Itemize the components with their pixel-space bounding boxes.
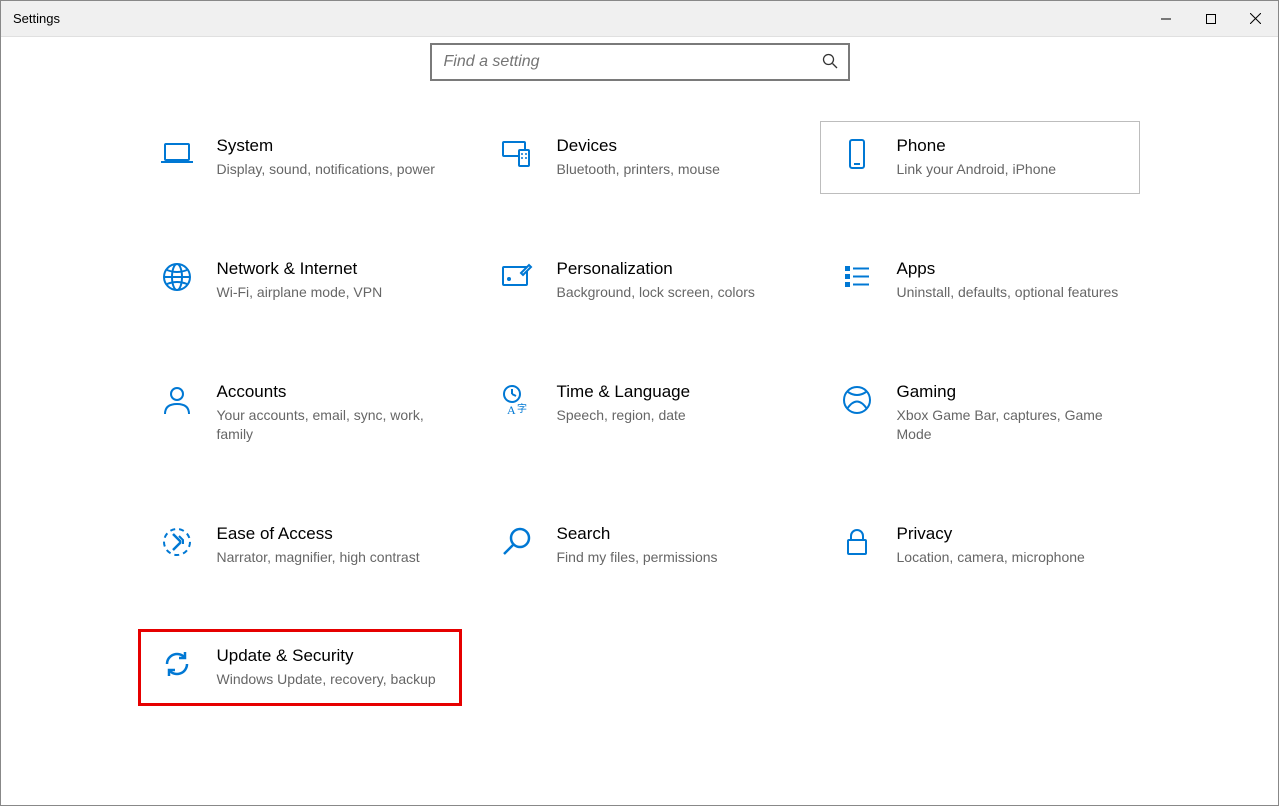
apps-list-icon [835,259,879,295]
tile-title: Phone [897,136,1127,156]
tile-subtitle: Display, sound, notifications, power [217,160,447,179]
tile-title: Update & Security [217,646,447,666]
search-input[interactable] [442,52,822,72]
person-icon [155,382,199,418]
tile-title: System [217,136,447,156]
tile-phone[interactable]: Phone Link your Android, iPhone [820,121,1140,194]
close-button[interactable] [1233,1,1278,37]
settings-window: Settings [0,0,1279,806]
svg-text:A: A [507,403,516,417]
tile-title: Personalization [557,259,787,279]
tile-text: Devices Bluetooth, printers, mouse [557,136,787,179]
tile-subtitle: Find my files, permissions [557,548,787,567]
tile-subtitle: Xbox Game Bar, captures, Game Mode [897,406,1127,444]
tile-accounts[interactable]: Accounts Your accounts, email, sync, wor… [140,367,460,459]
tile-text: Accounts Your accounts, email, sync, wor… [217,382,447,444]
minimize-icon [1161,14,1171,24]
tile-title: Accounts [217,382,447,402]
tile-devices[interactable]: Devices Bluetooth, printers, mouse [480,121,800,194]
search-icon [822,53,838,72]
empty-cell [480,631,800,704]
tile-subtitle: Your accounts, email, sync, work, family [217,406,447,444]
tile-title: Search [557,524,787,544]
tile-subtitle: Location, camera, microphone [897,548,1127,567]
tile-text: Network & Internet Wi-Fi, airplane mode,… [217,259,447,302]
tile-text: Phone Link your Android, iPhone [897,136,1127,179]
tile-update-security[interactable]: Update & Security Windows Update, recove… [138,629,462,706]
search-box[interactable] [430,43,850,81]
tile-system[interactable]: System Display, sound, notifications, po… [140,121,460,194]
tile-subtitle: Bluetooth, printers, mouse [557,160,787,179]
tile-text: Search Find my files, permissions [557,524,787,567]
tile-title: Network & Internet [217,259,447,279]
close-icon [1250,13,1261,24]
tile-ease-of-access[interactable]: Ease of Access Narrator, magnifier, high… [140,509,460,582]
tile-text: Update & Security Windows Update, recove… [217,646,447,689]
tile-text: Ease of Access Narrator, magnifier, high… [217,524,447,567]
tile-personalization[interactable]: Personalization Background, lock screen,… [480,244,800,317]
search-row [430,43,850,81]
tile-text: Time & Language Speech, region, date [557,382,787,425]
tile-text: Apps Uninstall, defaults, optional featu… [897,259,1127,302]
tile-subtitle: Wi-Fi, airplane mode, VPN [217,283,447,302]
tile-title: Apps [897,259,1127,279]
tile-text: Gaming Xbox Game Bar, captures, Game Mod… [897,382,1127,444]
minimize-button[interactable] [1143,1,1188,37]
tile-title: Time & Language [557,382,787,402]
tile-search[interactable]: Search Find my files, permissions [480,509,800,582]
empty-cell [820,631,1140,704]
tile-gaming[interactable]: Gaming Xbox Game Bar, captures, Game Mod… [820,367,1140,459]
tile-title: Devices [557,136,787,156]
tile-title: Ease of Access [217,524,447,544]
categories-grid-wrap: System Display, sound, notifications, po… [140,121,1140,704]
tile-time-language[interactable]: A字 Time & Language Speech, region, date [480,367,800,459]
tile-subtitle: Narrator, magnifier, high contrast [217,548,447,567]
window-title: Settings [13,11,60,26]
tile-privacy[interactable]: Privacy Location, camera, microphone [820,509,1140,582]
tile-title: Gaming [897,382,1127,402]
tile-subtitle: Uninstall, defaults, optional features [897,283,1127,302]
tile-text: System Display, sound, notifications, po… [217,136,447,179]
categories-grid: System Display, sound, notifications, po… [140,121,1140,704]
window-controls [1143,1,1278,37]
paint-icon [495,259,539,295]
xbox-icon [835,382,879,418]
tile-text: Privacy Location, camera, microphone [897,524,1127,567]
titlebar: Settings [1,1,1278,37]
laptop-icon [155,136,199,172]
ease-of-access-icon [155,524,199,560]
maximize-icon [1206,14,1216,24]
devices-icon [495,136,539,172]
tile-subtitle: Background, lock screen, colors [557,283,787,302]
tile-subtitle: Windows Update, recovery, backup [217,670,447,689]
tile-title: Privacy [897,524,1127,544]
tile-subtitle: Link your Android, iPhone [897,160,1127,179]
content-area: System Display, sound, notifications, po… [1,37,1278,805]
magnifier-icon [495,524,539,560]
phone-icon [835,136,879,172]
lock-icon [835,524,879,560]
tile-subtitle: Speech, region, date [557,406,787,425]
tile-network[interactable]: Network & Internet Wi-Fi, airplane mode,… [140,244,460,317]
svg-text:字: 字 [517,402,527,415]
globe-icon [155,259,199,295]
tile-apps[interactable]: Apps Uninstall, defaults, optional featu… [820,244,1140,317]
time-language-icon: A字 [495,382,539,418]
tile-text: Personalization Background, lock screen,… [557,259,787,302]
maximize-button[interactable] [1188,1,1233,37]
sync-icon [155,646,199,682]
